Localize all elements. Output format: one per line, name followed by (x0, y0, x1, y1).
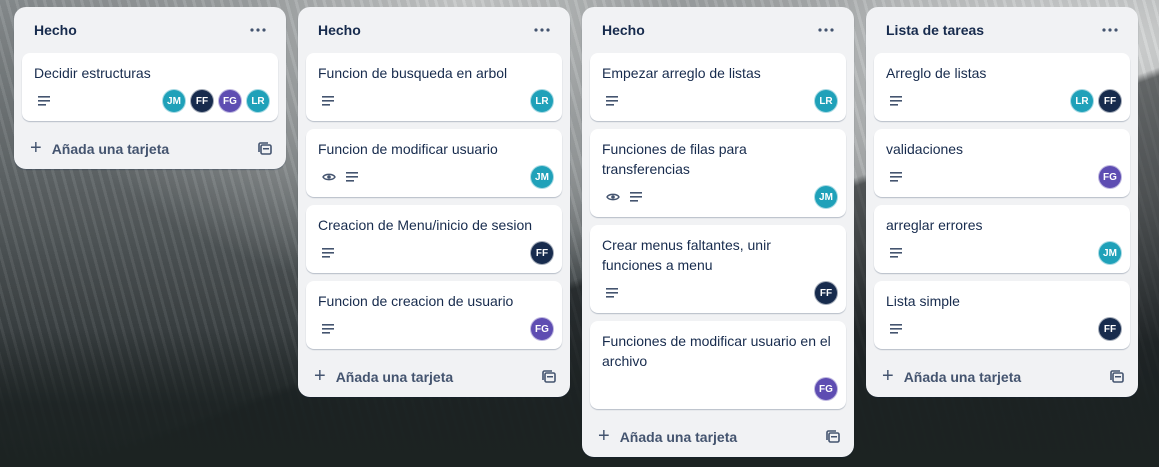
add-card-label: Añada una tarjeta (619, 429, 738, 445)
card-title: Empezar arreglo de listas (602, 65, 761, 81)
list-column: Hecho Decidir estructuras JM FF FG LR + … (14, 7, 286, 169)
card[interactable]: Empezar arreglo de listas LR (590, 53, 846, 121)
card-title: Lista simple (886, 293, 960, 309)
create-from-template-button[interactable] (258, 142, 272, 156)
card[interactable]: arreglar errores JM (874, 205, 1130, 273)
member-avatar[interactable]: FF (1098, 89, 1122, 113)
member-avatar[interactable]: JM (1098, 241, 1122, 265)
card-title: Creacion de Menu/inicio de sesion (318, 217, 533, 233)
list-column: Lista de tareas Arreglo de listas LR FF … (866, 7, 1138, 397)
description-icon (38, 96, 50, 106)
member-avatar[interactable]: FF (1098, 317, 1122, 341)
create-from-template-button[interactable] (1110, 370, 1124, 384)
member-avatar[interactable]: FF (814, 281, 838, 305)
member-avatar[interactable]: LR (530, 89, 554, 113)
card-title: Crear menus faltantes, unir funciones a … (602, 237, 771, 273)
card[interactable]: Funciones de modificar usuario en el arc… (590, 321, 846, 409)
description-icon (890, 96, 902, 106)
watching-eye-icon (322, 172, 336, 182)
card-title: Decidir estructuras (34, 65, 151, 81)
card-title: arreglar errores (886, 217, 983, 233)
description-icon (322, 324, 334, 334)
card[interactable]: Funcion de creacion de usuario FG (306, 281, 562, 349)
card[interactable]: Decidir estructuras JM FF FG LR (22, 53, 278, 121)
description-icon (890, 248, 902, 258)
member-avatar[interactable]: JM (162, 89, 186, 113)
watching-eye-icon (606, 192, 620, 202)
add-card-label: Añada una tarjeta (51, 141, 170, 157)
card-title: Funciones de filas para transferencias (602, 141, 747, 177)
member-avatar[interactable]: LR (1070, 89, 1094, 113)
add-card-button[interactable]: + Añada una tarjeta (30, 137, 170, 159)
member-avatar[interactable]: FG (218, 89, 242, 113)
list-menu-button[interactable] (526, 14, 558, 46)
member-avatar[interactable]: FF (530, 241, 554, 265)
board-canvas: Hecho Decidir estructuras JM FF FG LR + … (0, 0, 1159, 467)
list-title[interactable]: Lista de tareas (886, 22, 984, 38)
card[interactable]: Arreglo de listas LR FF (874, 53, 1130, 121)
list-title[interactable]: Hecho (318, 22, 361, 38)
member-avatar[interactable]: JM (814, 185, 838, 209)
template-icon (542, 370, 556, 383)
create-from-template-button[interactable] (826, 430, 840, 444)
description-icon (322, 96, 334, 106)
card[interactable]: Funcion de busqueda en arbol LR (306, 53, 562, 121)
description-icon (890, 324, 902, 334)
list-menu-button[interactable] (810, 14, 842, 46)
list-title[interactable]: Hecho (602, 22, 645, 38)
card[interactable]: Creacion de Menu/inicio de sesion FF (306, 205, 562, 273)
list-title[interactable]: Hecho (34, 22, 77, 38)
card-title: Arreglo de listas (886, 65, 987, 81)
add-card-label: Añada una tarjeta (335, 369, 454, 385)
template-icon (826, 430, 840, 443)
add-card-label: Añada una tarjeta (903, 369, 1022, 385)
card-title: Funcion de modificar usuario (318, 141, 498, 157)
list-menu-button[interactable] (1094, 14, 1126, 46)
description-icon (606, 288, 618, 298)
card[interactable]: Funcion de modificar usuario JM (306, 129, 562, 197)
template-icon (258, 142, 272, 155)
create-from-template-button[interactable] (542, 370, 556, 384)
member-avatar[interactable]: JM (530, 165, 554, 189)
card[interactable]: Crear menus faltantes, unir funciones a … (590, 225, 846, 313)
member-avatar[interactable]: FG (1098, 165, 1122, 189)
plus-icon: + (30, 137, 42, 159)
member-avatar[interactable]: LR (246, 89, 270, 113)
member-avatar[interactable]: FG (814, 377, 838, 401)
card-title: Funciones de modificar usuario en el arc… (602, 333, 831, 369)
description-icon (890, 172, 902, 182)
description-icon (322, 248, 334, 258)
member-avatar[interactable]: FG (530, 317, 554, 341)
card-title: Funcion de busqueda en arbol (318, 65, 508, 81)
plus-icon: + (882, 365, 894, 387)
add-card-button[interactable]: + Añada una tarjeta (882, 365, 1022, 387)
plus-icon: + (314, 365, 326, 387)
list-menu-button[interactable] (242, 14, 274, 46)
member-avatar[interactable]: LR (814, 89, 838, 113)
more-icon (1102, 28, 1118, 32)
more-icon (250, 28, 266, 32)
list-column: Hecho Empezar arreglo de listas LR Funci… (582, 7, 854, 457)
more-icon (818, 28, 834, 32)
more-icon (534, 28, 550, 32)
card[interactable]: validaciones FG (874, 129, 1130, 197)
description-icon (630, 192, 642, 202)
plus-icon: + (598, 425, 610, 447)
member-avatar[interactable]: FF (190, 89, 214, 113)
description-icon (346, 172, 358, 182)
card[interactable]: Funciones de filas para transferencias J… (590, 129, 846, 217)
card[interactable]: Lista simple FF (874, 281, 1130, 349)
card-title: validaciones (886, 141, 964, 157)
add-card-button[interactable]: + Añada una tarjeta (314, 365, 454, 387)
description-icon (606, 96, 618, 106)
list-column: Hecho Funcion de busqueda en arbol LR Fu… (298, 7, 570, 397)
add-card-button[interactable]: + Añada una tarjeta (598, 425, 738, 447)
card-title: Funcion de creacion de usuario (318, 293, 514, 309)
list-header: Hecho (14, 7, 286, 53)
template-icon (1110, 370, 1124, 383)
